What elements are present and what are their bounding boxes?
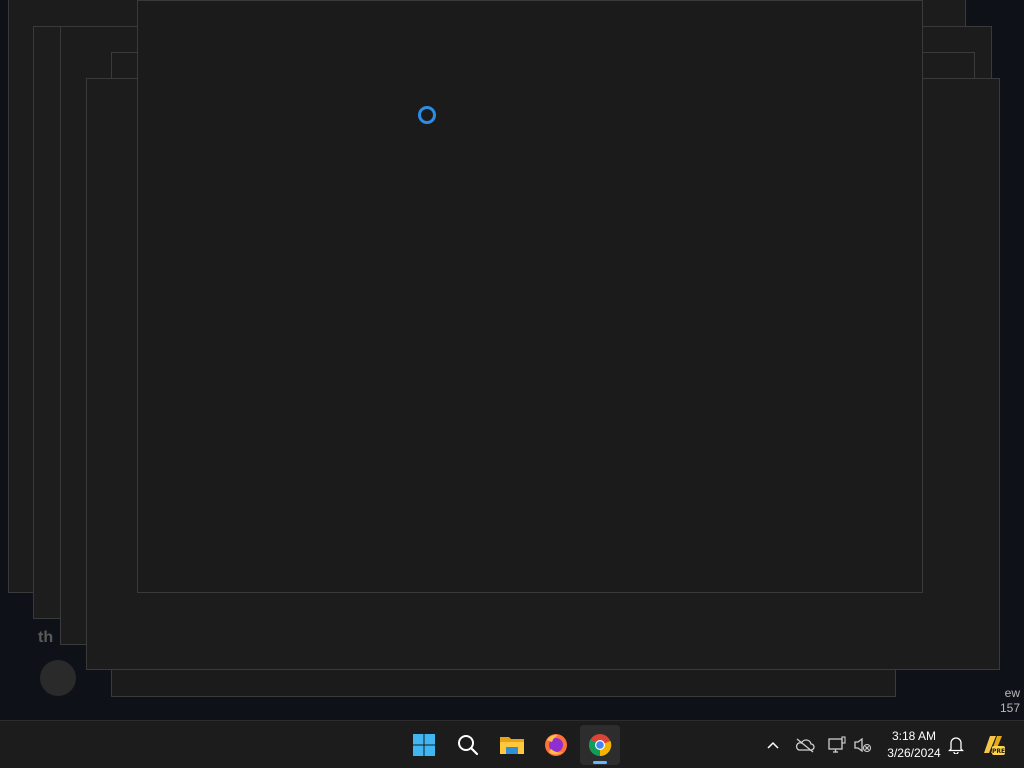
volume-button[interactable] — [851, 733, 875, 757]
clock-date: 3/26/2024 — [887, 746, 941, 760]
chrome-button[interactable] — [580, 725, 620, 765]
taskbar: 3:18 AM 3/26/2024 PRE — [0, 720, 1024, 768]
notifications-button[interactable] — [944, 733, 968, 757]
show-hidden-icons-button[interactable] — [761, 733, 785, 757]
loading-spinner-icon — [418, 106, 436, 124]
background-side-text: ew — [1004, 686, 1020, 700]
background-side-count: 157 — [999, 701, 1020, 715]
copilot-button[interactable]: PRE — [978, 733, 1008, 757]
background-window-text: th — [38, 629, 54, 646]
avatar — [40, 660, 76, 696]
chrome-icon — [589, 734, 612, 757]
chevron-up-icon — [767, 741, 779, 749]
volume-muted-icon — [854, 737, 872, 753]
network-button[interactable] — [825, 733, 849, 757]
bell-icon — [948, 737, 964, 754]
clock-time: 3:18 AM — [891, 729, 937, 743]
system-clock[interactable]: 3:18 AM 3/26/2024 — [878, 728, 950, 762]
file-explorer-button[interactable] — [492, 725, 532, 765]
start-button[interactable] — [404, 725, 444, 765]
cloud-offline-icon — [795, 738, 815, 753]
windows-logo-icon — [413, 734, 435, 756]
search-icon — [458, 735, 479, 756]
network-icon — [828, 736, 846, 753]
folder-icon — [500, 737, 524, 754]
search-button[interactable] — [448, 725, 488, 765]
onedrive-button[interactable] — [793, 733, 817, 757]
active-app-indicator — [593, 761, 607, 764]
firefox-button[interactable] — [536, 725, 576, 765]
desktop: th ew 157 — [0, 0, 1024, 720]
loading-window[interactable] — [137, 0, 923, 593]
copilot-pre-icon: PRE — [984, 736, 1005, 755]
svg-text:PRE: PRE — [992, 748, 1005, 755]
firefox-icon — [545, 734, 567, 756]
